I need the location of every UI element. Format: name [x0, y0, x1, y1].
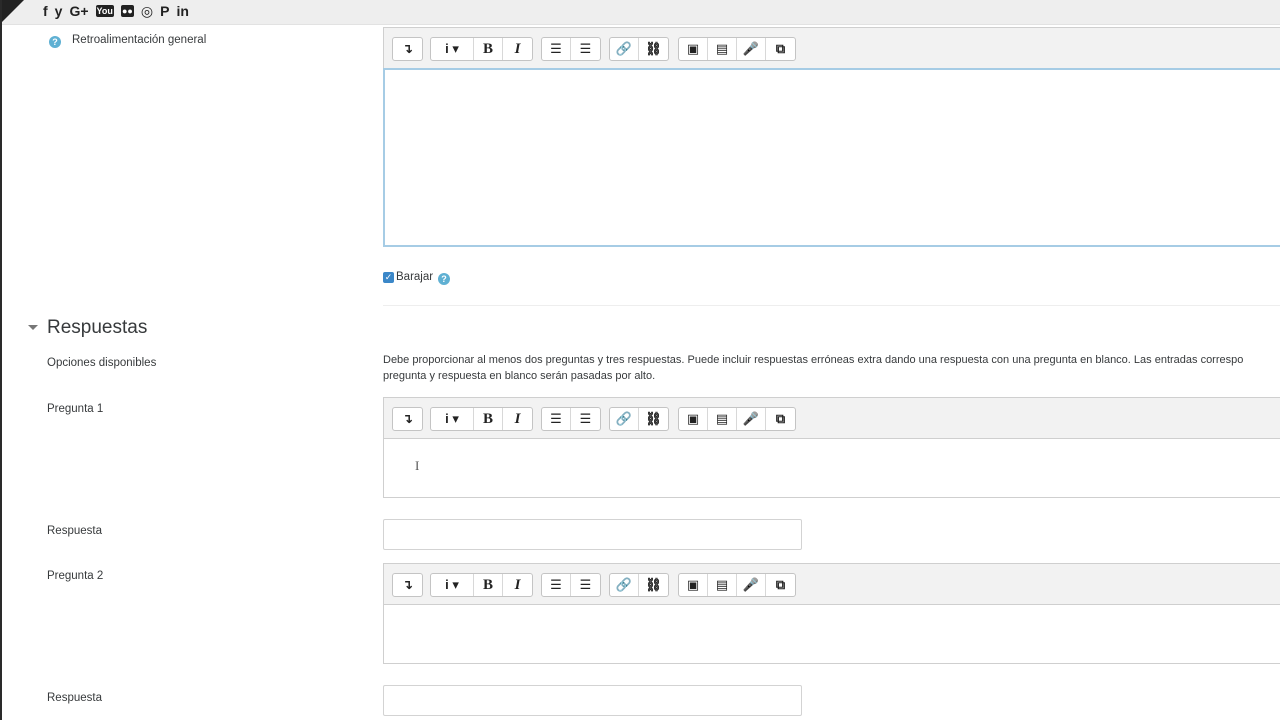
bold-icon[interactable]: B: [474, 38, 503, 60]
help-icon[interactable]: ?: [438, 273, 450, 285]
question-2-label: Pregunta 2: [47, 570, 104, 582]
toolbar-group-lists: ☰ ☰: [541, 37, 601, 61]
toolbar-group-links: 🔗 ⛓: [609, 573, 669, 597]
show-more-buttons-icon[interactable]: ↴: [393, 408, 422, 430]
image-icon[interactable]: ▣: [679, 408, 708, 430]
text-cursor-icon: I: [415, 458, 420, 473]
manage-files-icon[interactable]: ⧉: [766, 38, 795, 60]
collapse-caret-icon[interactable]: [28, 325, 38, 330]
toolbar-group-style: i ▾ B I: [430, 407, 533, 431]
general-feedback-label: Retroalimentación general: [72, 34, 207, 46]
toolbar-group-media: ▣ ▤ 🎤 ⧉: [678, 407, 796, 431]
shuffle-checkbox[interactable]: ✓: [383, 272, 394, 283]
ordered-list-icon[interactable]: ☰: [571, 38, 600, 60]
editor-toolbar: ↴ i ▾ B I ☰ ☰ 🔗 ⛓ ▣ ▤ 🎤 ⧉: [383, 563, 1280, 604]
twitter-icon[interactable]: y: [55, 2, 63, 20]
available-options-label: Opciones disponibles: [47, 357, 157, 369]
description-line: pregunta y respuesta en blanco serán pas…: [383, 370, 656, 382]
question-2-textarea[interactable]: [383, 604, 1280, 664]
microphone-icon[interactable]: 🎤: [737, 574, 766, 596]
linkedin-icon[interactable]: in: [176, 2, 188, 20]
youtube-icon[interactable]: You: [95, 5, 114, 17]
question-1-textarea[interactable]: [383, 438, 1280, 498]
link-icon[interactable]: 🔗: [610, 408, 639, 430]
pinterest-icon[interactable]: P: [160, 2, 169, 20]
media-icon[interactable]: ▤: [708, 408, 737, 430]
ordered-list-icon[interactable]: ☰: [571, 408, 600, 430]
answer-2-input[interactable]: [383, 685, 802, 716]
show-more-buttons-icon[interactable]: ↴: [393, 574, 422, 596]
link-icon[interactable]: 🔗: [610, 574, 639, 596]
section-divider: [383, 305, 1280, 306]
italic-icon[interactable]: I: [503, 38, 532, 60]
unlink-icon[interactable]: ⛓: [639, 408, 668, 430]
toolbar-group-style: i ▾ B I: [430, 573, 533, 597]
section-title-respuestas[interactable]: Respuestas: [47, 317, 147, 339]
toolbar-group-more: ↴: [392, 573, 423, 597]
toolbar-group-media: ▣ ▤ 🎤 ⧉: [678, 37, 796, 61]
available-options-description: Debe proporcionar al menos dos preguntas…: [383, 352, 1280, 384]
toolbar-group-more: ↴: [392, 37, 423, 61]
toolbar-group-lists: ☰ ☰: [541, 407, 601, 431]
question-1-label: Pregunta 1: [47, 403, 104, 415]
help-icon[interactable]: ?: [49, 36, 61, 48]
bold-icon[interactable]: B: [474, 408, 503, 430]
toolbar-group-links: 🔗 ⛓: [609, 407, 669, 431]
paragraph-styles-icon[interactable]: i ▾: [431, 408, 474, 430]
facebook-icon[interactable]: f: [43, 2, 48, 20]
left-edge: [0, 0, 2, 720]
toolbar-group-lists: ☰ ☰: [541, 573, 601, 597]
toolbar-group-links: 🔗 ⛓: [609, 37, 669, 61]
unlink-icon[interactable]: ⛓: [639, 38, 668, 60]
answer-2-label: Respuesta: [47, 692, 102, 704]
italic-icon[interactable]: I: [503, 574, 532, 596]
general-feedback-textarea[interactable]: [383, 68, 1280, 247]
media-icon[interactable]: ▤: [708, 38, 737, 60]
unordered-list-icon[interactable]: ☰: [542, 408, 571, 430]
shuffle-label: Barajar: [396, 271, 434, 283]
link-icon[interactable]: 🔗: [610, 38, 639, 60]
manage-files-icon[interactable]: ⧉: [766, 408, 795, 430]
unlink-icon[interactable]: ⛓: [639, 574, 668, 596]
flickr-icon[interactable]: ●●: [120, 5, 134, 17]
paragraph-styles-icon[interactable]: i ▾: [431, 38, 474, 60]
microphone-icon[interactable]: 🎤: [737, 408, 766, 430]
paragraph-styles-icon[interactable]: i ▾: [431, 574, 474, 596]
editor-toolbar: ↴ i ▾ B I ☰ ☰ 🔗 ⛓ ▣ ▤ 🎤 ⧉: [383, 27, 1280, 68]
toolbar-group-media: ▣ ▤ 🎤 ⧉: [678, 573, 796, 597]
show-more-buttons-icon[interactable]: ↴: [393, 38, 422, 60]
image-icon[interactable]: ▣: [679, 574, 708, 596]
answer-1-label: Respuesta: [47, 525, 102, 537]
description-line: Debe proporcionar al menos dos preguntas…: [383, 354, 1244, 366]
toolbar-group-style: i ▾ B I: [430, 37, 533, 61]
google-plus-icon[interactable]: G+: [69, 2, 88, 20]
bold-icon[interactable]: B: [474, 574, 503, 596]
top-social-bar: f y G+ You ●● ◎ P in: [0, 0, 1280, 25]
ordered-list-icon[interactable]: ☰: [571, 574, 600, 596]
microphone-icon[interactable]: 🎤: [737, 38, 766, 60]
question-1-editor: ↴ i ▾ B I ☰ ☰ 🔗 ⛓ ▣ ▤ 🎤 ⧉: [383, 397, 1280, 498]
instagram-icon[interactable]: ◎: [141, 2, 153, 20]
image-icon[interactable]: ▣: [679, 38, 708, 60]
media-icon[interactable]: ▤: [708, 574, 737, 596]
corner-decoration: [0, 0, 24, 24]
question-2-editor: ↴ i ▾ B I ☰ ☰ 🔗 ⛓ ▣ ▤ 🎤 ⧉: [383, 563, 1280, 664]
toolbar-group-more: ↴: [392, 407, 423, 431]
unordered-list-icon[interactable]: ☰: [542, 574, 571, 596]
editor-toolbar: ↴ i ▾ B I ☰ ☰ 🔗 ⛓ ▣ ▤ 🎤 ⧉: [383, 397, 1280, 438]
unordered-list-icon[interactable]: ☰: [542, 38, 571, 60]
manage-files-icon[interactable]: ⧉: [766, 574, 795, 596]
answer-1-input[interactable]: [383, 519, 802, 550]
social-links: f y G+ You ●● ◎ P in: [43, 1, 189, 21]
italic-icon[interactable]: I: [503, 408, 532, 430]
general-feedback-editor: ↴ i ▾ B I ☰ ☰ 🔗 ⛓ ▣ ▤ 🎤 ⧉: [383, 27, 1280, 247]
